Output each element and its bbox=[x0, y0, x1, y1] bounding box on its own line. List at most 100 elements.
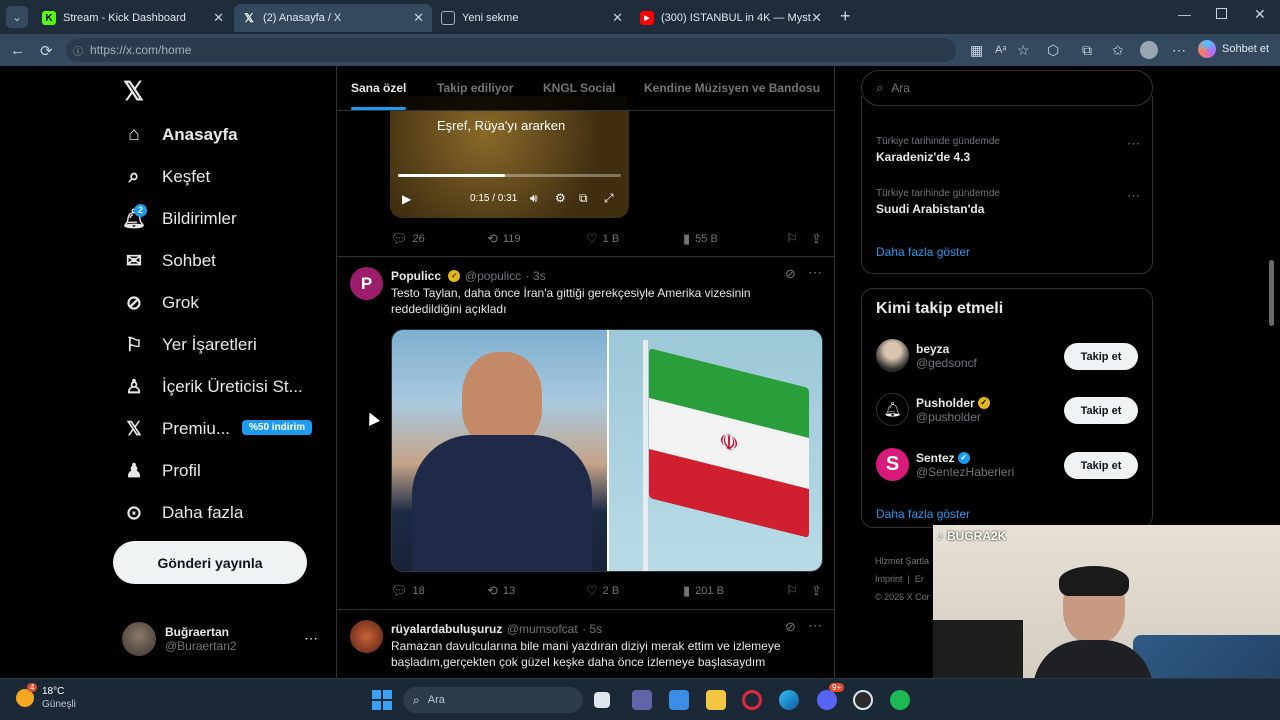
bookmark-button[interactable]: ⚐ bbox=[786, 583, 803, 599]
repost-button[interactable]: ⟲ 13 bbox=[487, 583, 515, 599]
tweet-author-name[interactable]: Populicc bbox=[391, 269, 441, 283]
close-tab-icon[interactable]: ✕ bbox=[612, 10, 623, 26]
follow-button[interactable]: Takip et bbox=[1064, 343, 1138, 370]
settings-icon[interactable]: ⚙ bbox=[555, 191, 566, 205]
site-info-icon[interactable]: ⓘ bbox=[73, 43, 83, 58]
more-dots-icon[interactable]: ⋯ bbox=[1127, 136, 1140, 152]
close-tab-icon[interactable]: ✕ bbox=[413, 10, 424, 26]
weather-widget[interactable]: 4 18°C Güneşli bbox=[16, 683, 76, 711]
more-dots-icon[interactable]: ⋯ bbox=[1127, 188, 1140, 204]
follow-button[interactable]: Takip et bbox=[1064, 397, 1138, 424]
close-window-icon[interactable]: ✕ bbox=[1254, 6, 1266, 23]
footer-link[interactable]: Hizmet Şartla bbox=[875, 552, 930, 570]
sidebar-item-messages[interactable]: ✉ Sohbet bbox=[122, 249, 216, 273]
apps-icon[interactable]: ▦ bbox=[970, 42, 983, 59]
opera-icon[interactable] bbox=[742, 690, 762, 710]
close-tab-icon[interactable]: ✕ bbox=[811, 10, 822, 26]
profile-avatar-icon[interactable] bbox=[1140, 41, 1158, 59]
reply-button[interactable]: 💬︎ 18 bbox=[391, 583, 425, 599]
tab-youtube[interactable]: ▶ (300) ISTANBUL in 4K — Mystic An ✕ bbox=[632, 4, 830, 32]
volume-icon[interactable]: 🔊︎ bbox=[530, 191, 538, 206]
show-more-users-link[interactable]: Daha fazla göster bbox=[876, 507, 970, 521]
discord-icon[interactable] bbox=[817, 690, 837, 710]
account-switcher[interactable]: Buğraertan @Buraertan2 ⋯ bbox=[122, 622, 318, 656]
premium-discount-badge[interactable]: %50 indirim bbox=[242, 420, 313, 435]
url-field[interactable]: ⓘ https://x.com/home bbox=[66, 38, 956, 62]
tweet-author-name[interactable]: rüyalardabuluşuruz bbox=[391, 622, 502, 636]
split-screen-icon[interactable]: ⧉ bbox=[1082, 42, 1092, 59]
x-logo-icon[interactable]: 𝕏 bbox=[123, 76, 144, 107]
tab-for-you[interactable]: Sana özel bbox=[351, 81, 407, 110]
grok-icon[interactable]: ⊘ bbox=[785, 619, 796, 635]
footer-link[interactable]: Imprint bbox=[875, 574, 903, 584]
menu-dots-icon[interactable]: ⋯ bbox=[1172, 42, 1186, 59]
trend-item[interactable]: Türkiye tarihinde gündemde Suudi Arabist… bbox=[876, 188, 1140, 216]
tweet[interactable]: rüyalardabuluşuruz @mumsofcat · 5s ⊘ ⋯ R… bbox=[337, 610, 834, 678]
file-explorer-icon[interactable] bbox=[706, 690, 726, 710]
back-arrow-icon[interactable]: ← bbox=[10, 42, 25, 59]
post-button[interactable]: Gönderi yayınla bbox=[113, 541, 307, 584]
obs-icon[interactable] bbox=[853, 690, 873, 710]
play-icon[interactable]: ▶ bbox=[402, 192, 411, 206]
tweet-author-handle[interactable]: @populicc bbox=[465, 269, 521, 283]
suggested-user[interactable]: S Sentez ✓ @SentezHaberleri bbox=[876, 448, 1014, 481]
views-button[interactable]: ▮ 201 B bbox=[683, 583, 724, 599]
read-aloud-icon[interactable]: Aᵃ bbox=[995, 44, 1006, 56]
reply-button[interactable]: 💬︎ 26 bbox=[391, 231, 425, 247]
share-button[interactable]: ⇪ bbox=[811, 583, 827, 599]
tweet-time[interactable]: · 5s bbox=[582, 622, 602, 636]
taskbar-search[interactable]: ⌕ Ara bbox=[403, 687, 583, 713]
views-button[interactable]: ▮ 55 B bbox=[683, 231, 718, 247]
favorite-star-icon[interactable]: ☆ bbox=[1017, 42, 1030, 59]
extensions-icon[interactable]: ⬡ bbox=[1047, 42, 1059, 59]
more-dots-icon[interactable]: ⋯ bbox=[808, 617, 822, 634]
sidebar-item-grok[interactable]: ⊘ Grok bbox=[122, 291, 199, 315]
pip-icon[interactable]: ⧉ bbox=[579, 191, 588, 206]
tab-kngl-social[interactable]: KNGL Social bbox=[543, 81, 615, 95]
suggested-user[interactable]: beyza @gedsoncf bbox=[876, 339, 977, 372]
fullscreen-icon[interactable]: ⤢ bbox=[604, 191, 614, 206]
copilot-button[interactable]: Sohbet et bbox=[1198, 40, 1269, 58]
tweet[interactable]: P Populicc ✓ @populicc · 3s ⊘ ⋯ Testo Ta… bbox=[337, 257, 834, 605]
reload-icon[interactable]: ⟳ bbox=[40, 42, 53, 60]
video-progress-track[interactable] bbox=[398, 174, 621, 177]
sidebar-item-more[interactable]: ⊙ Daha fazla bbox=[122, 501, 243, 525]
footer-link[interactable]: Er bbox=[915, 574, 924, 584]
repost-button[interactable]: ⟲ 119 bbox=[487, 231, 520, 247]
store-icon[interactable] bbox=[669, 690, 689, 710]
favorites-icon[interactable]: ✩ bbox=[1112, 42, 1124, 59]
tab-new[interactable]: Yeni sekme ✕ bbox=[433, 4, 631, 32]
avatar[interactable]: P bbox=[350, 267, 383, 300]
tab-following[interactable]: Takip ediliyor bbox=[437, 81, 513, 95]
media-photo-flag[interactable]: ☫ bbox=[609, 330, 822, 571]
tab-kick[interactable]: K Stream - Kick Dashboard ✕ bbox=[34, 4, 232, 32]
trend-item[interactable]: Türkiye tarihinde gündemde Karadeniz'de … bbox=[876, 136, 1140, 164]
more-dots-icon[interactable]: ⋯ bbox=[808, 264, 822, 281]
sidebar-item-home[interactable]: ⌂ Anasayfa bbox=[122, 123, 237, 147]
more-dots-icon[interactable]: ⋯ bbox=[304, 630, 318, 647]
tweet-media[interactable]: ☫ bbox=[391, 329, 823, 572]
share-button[interactable]: ⇪ bbox=[811, 231, 827, 247]
sidebar-item-bookmarks[interactable]: ⚐ Yer İşaretleri bbox=[122, 333, 256, 357]
start-button[interactable] bbox=[372, 690, 392, 710]
sidebar-item-notifications[interactable]: 🔔︎ 2 Bildirimler bbox=[122, 204, 237, 231]
task-view-icon[interactable] bbox=[594, 692, 610, 708]
tab-actions-button[interactable]: ⌄ bbox=[6, 6, 28, 28]
close-tab-icon[interactable]: ✕ bbox=[213, 10, 224, 26]
suggested-user[interactable]: 🔔︎ Pusholder ✓ @pusholder bbox=[876, 393, 990, 426]
grok-icon[interactable]: ⊘ bbox=[785, 266, 796, 282]
search-input[interactable]: ⌕ Ara bbox=[861, 70, 1153, 106]
video-player[interactable]: Eşref, Rüya'yı ararken ▶ 0:15 / 0:31 🔊︎ … bbox=[390, 96, 629, 218]
sidebar-item-explore[interactable]: ⌕ Keşfet bbox=[122, 165, 211, 189]
tab-kendine-muzisyen[interactable]: Kendine Müzisyen ve Bandosu bbox=[644, 81, 820, 95]
tab-x-home[interactable]: 𝕏 (2) Anasayfa / X ✕ bbox=[234, 4, 432, 32]
sidebar-item-profile[interactable]: ♟ Profil bbox=[122, 459, 200, 483]
bookmark-button[interactable]: ⚐ bbox=[786, 231, 803, 247]
like-button[interactable]: ♡ 2 B bbox=[586, 583, 619, 599]
avatar[interactable] bbox=[350, 620, 383, 653]
tweet-time[interactable]: · 3s bbox=[526, 269, 546, 283]
sidebar-item-premium[interactable]: 𝕏 Premiu... bbox=[122, 417, 230, 441]
new-tab-plus-icon[interactable]: + bbox=[840, 6, 851, 27]
media-photo-man[interactable] bbox=[392, 330, 607, 571]
edge-icon[interactable] bbox=[779, 690, 799, 710]
